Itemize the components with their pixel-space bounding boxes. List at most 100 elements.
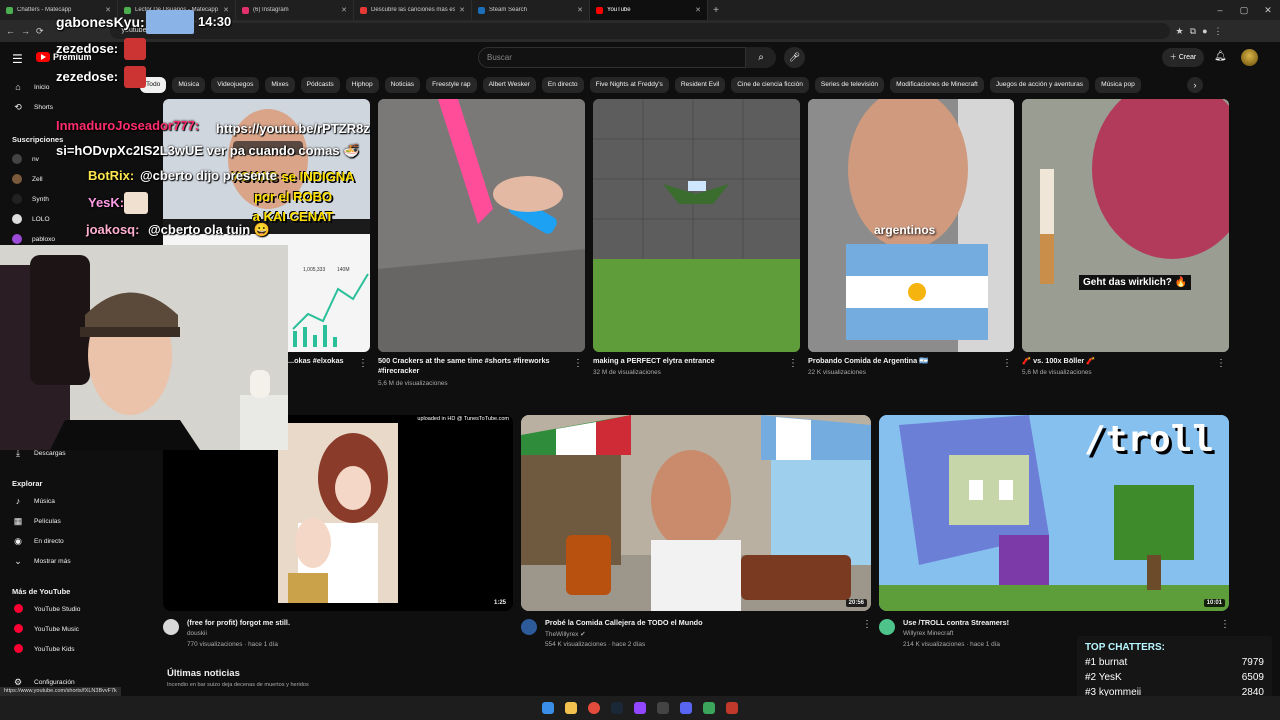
back-icon[interactable]: ←: [6, 26, 15, 36]
url-field[interactable]: youtube.com: [109, 23, 1170, 39]
close-tab-icon[interactable]: ✕: [695, 6, 701, 14]
chip[interactable]: Música: [172, 77, 206, 93]
profile-icon[interactable]: ●: [1202, 26, 1207, 36]
chip[interactable]: En directo: [541, 77, 584, 93]
subscription-item[interactable]: Zell: [12, 174, 43, 184]
reload-icon[interactable]: ⟳: [36, 26, 44, 37]
chip[interactable]: Series de televisión: [814, 77, 885, 93]
chip[interactable]: Modificaciones de Minecraft: [890, 77, 984, 93]
chip[interactable]: Videojuegos: [211, 77, 260, 93]
browser-tab[interactable]: (6) Instagram ✕: [236, 0, 354, 20]
sidebar-item-explore[interactable]: ▦ Películas: [12, 516, 61, 527]
more-options-icon[interactable]: ⋮: [862, 619, 872, 630]
twitch-icon[interactable]: [634, 702, 646, 714]
obs-icon[interactable]: [657, 702, 669, 714]
extensions-icon[interactable]: ⧉: [1190, 26, 1196, 37]
close-tab-icon[interactable]: ✕: [577, 6, 583, 14]
chip[interactable]: Música pop: [1095, 77, 1141, 93]
short-title[interactable]: 500 Crackers at the same time #shorts #f…: [378, 356, 568, 376]
short-thumbnail-firecrackers[interactable]: [378, 99, 585, 352]
more-options-icon[interactable]: ⋮: [1216, 358, 1226, 369]
short-title[interactable]: 🧨 vs. 100x Böller 🧨: [1022, 356, 1212, 366]
channel-name[interactable]: douskii: [187, 630, 207, 637]
more-options-icon[interactable]: ⋮: [788, 358, 798, 369]
more-options-icon[interactable]: ⋮: [1002, 358, 1012, 369]
video-thumbnail-troll[interactable]: /troll 10:01: [879, 415, 1229, 611]
chrome-icon[interactable]: [588, 702, 600, 714]
account-avatar[interactable]: [1241, 49, 1258, 66]
chip[interactable]: Five Nights at Freddy's: [589, 77, 669, 93]
channel-name[interactable]: Willyrex Minecraft: [903, 630, 953, 637]
sidebar-item-explore[interactable]: ◉ En directo: [12, 536, 64, 547]
microphone-icon[interactable]: 🎤︎: [784, 47, 805, 68]
chip[interactable]: Noticias: [384, 77, 421, 93]
browser-tab[interactable]: Descubre las canciones más escuchadas✕: [354, 0, 472, 20]
subscription-item[interactable]: pabloxo: [12, 234, 55, 244]
sidebar-item-more[interactable]: YouTube Music: [12, 624, 79, 635]
close-tab-icon[interactable]: ✕: [105, 6, 111, 14]
sidebar-item-explore[interactable]: ♪ Música: [12, 496, 55, 506]
channel-avatar[interactable]: [521, 619, 537, 635]
short-thumbnail-elytra[interactable]: [593, 99, 800, 352]
close-tab-icon[interactable]: ✕: [341, 6, 347, 14]
more-options-icon[interactable]: ⋮: [573, 358, 583, 369]
chip[interactable]: Juegos de acción y aventuras: [989, 77, 1090, 93]
create-button[interactable]: ＋ Crear: [1162, 48, 1204, 67]
subscription-item[interactable]: LOLO: [12, 214, 50, 224]
sidebar-item-explore[interactable]: ⌄ Mostrar más: [12, 556, 70, 567]
discord-icon[interactable]: [680, 702, 692, 714]
subscription-item[interactable]: Synth: [12, 194, 49, 204]
menu-dots-icon[interactable]: ⋮: [1214, 26, 1223, 37]
video-title[interactable]: Probé la Comida Callejera de TODO el Mun…: [545, 618, 845, 628]
chip[interactable]: Mixes: [265, 77, 295, 93]
video-thumbnail-comida-callejera[interactable]: 20:56: [521, 415, 871, 611]
minimize-icon[interactable]: –: [1208, 0, 1232, 20]
browser-tab[interactable]: Steam Search ✕: [472, 0, 590, 20]
video-title[interactable]: Use /TROLL contra Streamers!: [903, 618, 1203, 628]
channel-avatar: [12, 154, 22, 164]
chevron-right-icon[interactable]: ›: [1187, 77, 1203, 93]
file-explorer-icon[interactable]: [565, 702, 577, 714]
channel-name[interactable]: TheWillyrex ✔: [545, 630, 586, 638]
close-tab-icon[interactable]: ✕: [459, 6, 465, 14]
app-icon[interactable]: [726, 702, 738, 714]
short-title[interactable]: making a PERFECT elytra entrance: [593, 356, 783, 366]
sidebar-item-more[interactable]: YouTube Kids: [12, 644, 75, 655]
chip[interactable]: Hiphop: [345, 77, 379, 93]
chip[interactable]: Pódcasts: [300, 77, 340, 93]
music-note-icon: ♪: [15, 496, 21, 506]
short-thumbnail-argentina[interactable]: argentinos: [808, 99, 1014, 352]
search-input[interactable]: Buscar: [478, 47, 746, 68]
short-title[interactable]: ...okas #elxokas: [288, 356, 368, 366]
more-options-icon[interactable]: ⋮: [1220, 619, 1230, 630]
short-title[interactable]: Probando Comida de Argentina 🇦🇷: [808, 356, 998, 366]
chip[interactable]: Freestyle rap: [426, 77, 477, 93]
steam-icon[interactable]: [611, 702, 623, 714]
close-tab-icon[interactable]: ✕: [223, 6, 229, 14]
stream-clock: 14:30: [198, 14, 232, 29]
sidebar-item-home[interactable]: ⌂ Inicio: [12, 82, 49, 92]
browser-tab[interactable]: YouTube ✕: [590, 0, 708, 20]
app-icon[interactable]: [703, 702, 715, 714]
chip[interactable]: Albert Wesker: [482, 77, 536, 93]
more-options-icon[interactable]: ⋮: [358, 358, 368, 369]
bookmark-icon[interactable]: ★: [1176, 26, 1184, 37]
hamburger-menu-icon[interactable]: ☰: [12, 52, 23, 66]
video-title[interactable]: (free for profit) forgot me still.: [187, 618, 487, 628]
channel-avatar[interactable]: [879, 619, 895, 635]
forward-icon[interactable]: →: [21, 26, 30, 36]
notifications-bell-icon[interactable]: 🔔︎: [1214, 51, 1227, 62]
new-tab-icon[interactable]: +: [708, 5, 724, 16]
sidebar-item-more[interactable]: YouTube Studio: [12, 604, 80, 615]
start-icon[interactable]: [542, 702, 554, 714]
close-window-icon[interactable]: ✕: [1256, 0, 1280, 20]
short-thumbnail-boller[interactable]: Geht das wirklich? 🔥: [1022, 99, 1229, 352]
chip[interactable]: Cine de ciencia ficción: [731, 77, 809, 93]
search-icon[interactable]: ⌕: [746, 47, 776, 68]
subscription-item[interactable]: nv: [12, 154, 39, 164]
maximize-icon[interactable]: ▢: [1232, 0, 1256, 20]
sidebar-item-shorts[interactable]: ⟲ Shorts: [12, 102, 53, 113]
news-section-subtitle[interactable]: Incendio en bar suizo deja decenas de mu…: [167, 682, 309, 688]
chip[interactable]: Resident Evil: [674, 77, 726, 93]
channel-avatar[interactable]: [163, 619, 179, 635]
